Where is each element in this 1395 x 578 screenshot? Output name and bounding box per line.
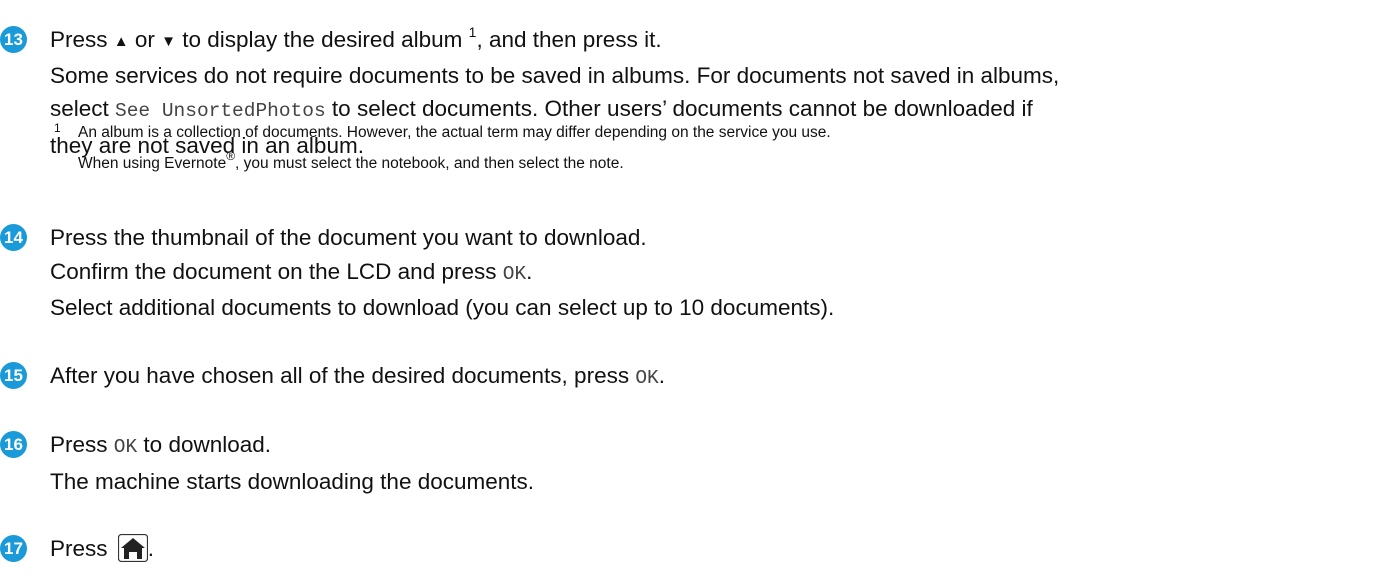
step-number-badge: 16 (0, 431, 27, 458)
home-icon (117, 533, 148, 572)
step-number-badge: 14 (0, 224, 27, 251)
step-13-line-2: Some services do not require documents t… (50, 62, 1060, 88)
step-14-text: Press the thumbnail of the document you … (50, 221, 1390, 325)
text-run: . (147, 536, 155, 561)
footnote-line-1: An album is a collection of documents. H… (78, 124, 831, 141)
text-run: to download. (137, 432, 272, 457)
step-14-line-3: Select additional documents to download … (50, 295, 835, 320)
step-17-text: Press . (50, 532, 1390, 572)
step-16-line-1: Press OK to download. (50, 428, 1390, 465)
text-run: . (658, 363, 666, 388)
step-number-badge: 13 (0, 26, 27, 53)
text-run: or (128, 27, 162, 52)
step-16-line-2: The machine starts downloading the docum… (50, 468, 535, 494)
step-14-line-1: Press the thumbnail of the document you … (50, 225, 647, 250)
down-arrow-icon: ▼ (161, 33, 176, 50)
lcd-option-label: OK (635, 367, 659, 389)
step-15-text: After you have chosen all of the desired… (50, 359, 1390, 396)
text-run: , and then press it. (476, 27, 662, 52)
step-number-badge: 15 (0, 362, 27, 389)
up-arrow-icon: ▲ (113, 33, 129, 50)
text-run: Press (50, 536, 114, 561)
lcd-option-label: OK (502, 262, 527, 285)
text-run: Press (50, 27, 114, 52)
step-16-text: Press OK to download. The machine starts… (50, 428, 1390, 498)
text-run: Press (50, 432, 114, 457)
step-17-line-1: Press . (50, 532, 1390, 572)
text-run: After you have chosen all of the desired… (50, 363, 636, 388)
text-run: . (526, 258, 533, 284)
text-run: to display the desired album (176, 27, 469, 52)
step-13-line-1: Press ▲ or ▼ to display the desired albu… (50, 23, 1390, 59)
registered-mark: ® (226, 149, 236, 163)
text-run: Confirm the document on the LCD and pres… (50, 258, 503, 284)
text-run: , you must select the notebook, and then… (235, 155, 624, 172)
footnote: 1 An album is a collection of documents.… (54, 117, 831, 179)
step-15-line-1: After you have chosen all of the desired… (50, 359, 1390, 396)
step-14-line-2: Confirm the document on the LCD and pres… (50, 255, 1390, 292)
footnote-number: 1 (54, 121, 61, 135)
step-number-badge: 17 (0, 535, 27, 562)
lcd-option-label: OK (113, 436, 138, 458)
footnote-line-2: When using Evernote®, you must select th… (54, 148, 831, 179)
text-run: When using Evernote (78, 155, 227, 172)
